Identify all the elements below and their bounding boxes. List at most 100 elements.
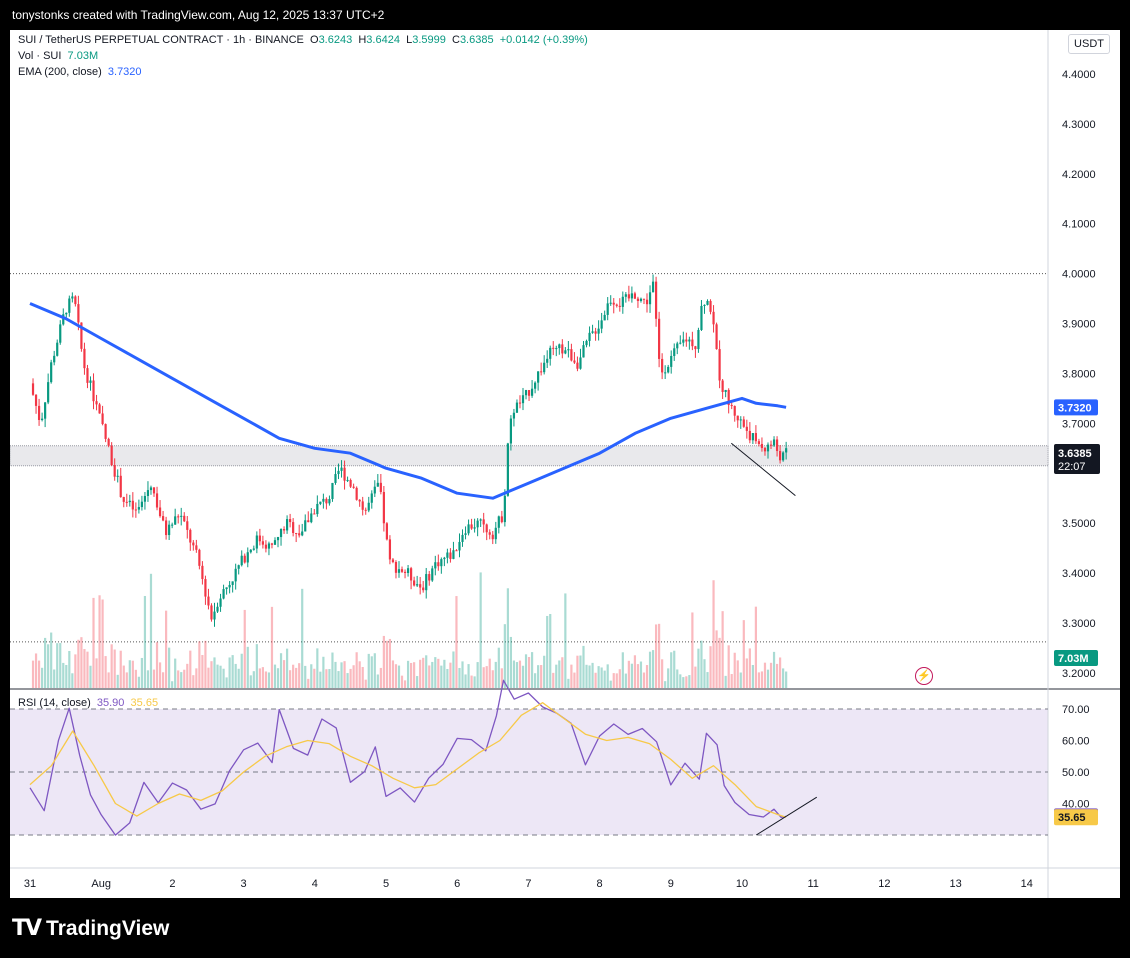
- time-tick-label: 11: [807, 878, 818, 890]
- volume-bar: [86, 651, 89, 688]
- candle-body: [661, 358, 664, 373]
- candle-body: [140, 501, 144, 508]
- volume-bar: [670, 652, 673, 688]
- candle-body: [782, 452, 785, 461]
- lightning-icon[interactable]: ⚡: [915, 667, 933, 685]
- candle-body: [240, 555, 243, 566]
- candle-body: [591, 331, 594, 333]
- volume-bar: [216, 664, 219, 688]
- candle-body: [382, 491, 385, 524]
- volume-bar: [718, 637, 721, 688]
- candle-body: [778, 451, 782, 461]
- candle-body: [143, 495, 147, 502]
- candle-body: [295, 532, 298, 534]
- candle-body: [521, 395, 525, 404]
- volume-bar: [122, 665, 125, 688]
- candle-body: [409, 568, 413, 581]
- candle-body: [612, 302, 615, 305]
- volume-bar: [119, 650, 122, 688]
- candle-body: [739, 419, 742, 421]
- volume-bar: [37, 660, 41, 688]
- volume-bar: [343, 661, 346, 688]
- candle-body: [485, 524, 488, 533]
- candle-body: [676, 343, 679, 349]
- volume-bar: [298, 663, 301, 688]
- volume-bar: [452, 651, 455, 688]
- candle-body: [431, 568, 434, 581]
- candle-body: [509, 418, 513, 444]
- tradingview-logo[interactable]: TV TradingView: [12, 916, 169, 941]
- candle-body: [461, 534, 464, 542]
- volume-bar: [143, 595, 147, 688]
- candle-body: [313, 513, 316, 515]
- candle-body: [518, 402, 522, 404]
- candle-body: [546, 358, 549, 363]
- volume-bar: [524, 654, 528, 688]
- candle-body: [585, 340, 588, 346]
- volume-bar: [700, 640, 703, 688]
- time-tick-label: 10: [736, 878, 748, 890]
- candle-body: [261, 541, 264, 545]
- volume-bar: [168, 647, 171, 688]
- candle-body: [116, 475, 119, 477]
- volume-bar: [458, 667, 461, 688]
- currency-button[interactable]: USDT: [1068, 34, 1110, 54]
- candle-body: [527, 390, 531, 396]
- volume-bar: [706, 672, 709, 688]
- volume-bar: [658, 623, 661, 688]
- candle-body: [582, 345, 585, 358]
- candle-body: [325, 498, 328, 504]
- time-tick-label: 31: [24, 878, 36, 890]
- volume-bar: [207, 667, 210, 688]
- volume-bar: [688, 675, 691, 688]
- volume-bar: [760, 671, 764, 688]
- candle-body: [155, 493, 159, 508]
- chart-frame[interactable]: 4.4000 4.3000 4.2000 4.1000 4.0000 3.9000 3.80…: [10, 30, 1120, 898]
- time-tick-label: 9: [668, 878, 674, 890]
- time-tick-label: 3: [241, 878, 247, 890]
- volume-bar: [47, 644, 50, 688]
- symbol-title: SUI / TetherUS PERPETUAL CONTRACT · 1h ·…: [18, 34, 304, 46]
- volume-bar: [754, 606, 757, 688]
- rsi-legend: RSI (14, close) 35.90 35.65: [18, 697, 159, 709]
- chart-canvas[interactable]: 4.4000 4.3000 4.2000 4.1000 4.0000 3.9000 3.80…: [10, 30, 1120, 898]
- candle-body: [225, 587, 228, 590]
- volume-bar: [249, 675, 252, 688]
- volume-bar: [34, 653, 38, 688]
- candle-body: [718, 349, 721, 381]
- volume-bar: [243, 609, 246, 688]
- candle-body: [71, 296, 74, 299]
- candle-body: [276, 537, 280, 541]
- candle-body: [328, 499, 331, 504]
- change-value: +0.0142 (+0.39%): [499, 34, 588, 46]
- rsi-tick-label: 60.00: [1062, 736, 1090, 748]
- volume-bar: [597, 666, 600, 688]
- volume-bar: [709, 646, 712, 688]
- candle-body: [31, 383, 35, 395]
- price-tick-label: 4.4000: [1062, 69, 1096, 81]
- volume-bar: [222, 668, 225, 688]
- volume-bar: [455, 596, 458, 688]
- candle-body: [667, 366, 670, 373]
- candle-body: [177, 516, 180, 518]
- attribution-bar: tonystonks created with TradingView.com,…: [0, 0, 1130, 30]
- candle-body: [307, 520, 310, 523]
- open-value: 3.6243: [318, 34, 353, 46]
- volume-bar: [255, 644, 258, 688]
- price-tick-label: 4.1000: [1062, 219, 1096, 231]
- volume-bar: [588, 665, 591, 688]
- volume-bar: [558, 660, 561, 688]
- candle-body: [110, 445, 113, 466]
- volume-bar: [264, 671, 268, 688]
- volume-bar: [654, 624, 658, 688]
- candle-body: [289, 519, 292, 523]
- volume-bar: [113, 649, 116, 688]
- volume-bar: [497, 647, 500, 688]
- candle-body: [397, 569, 401, 573]
- candle-body: [37, 405, 41, 420]
- volume-bar: [733, 652, 736, 688]
- candle-body: [691, 339, 694, 347]
- candle-body: [642, 298, 646, 300]
- volume-bar: [240, 653, 243, 688]
- time-tick-label: 7: [525, 878, 531, 890]
